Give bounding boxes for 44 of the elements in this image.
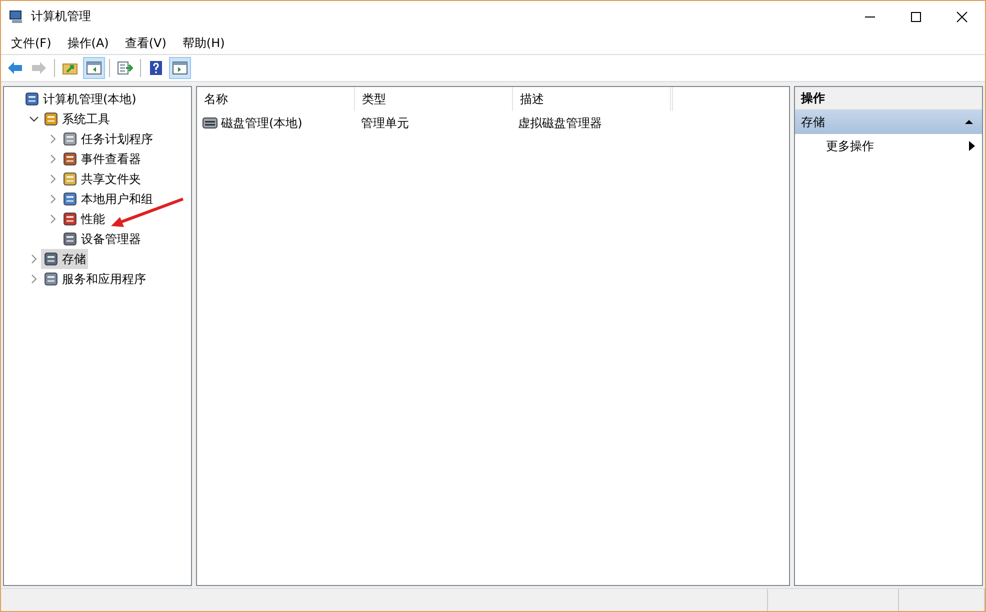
tree-item[interactable]: 事件查看器: [60, 149, 143, 169]
chevron-right-icon[interactable]: [48, 154, 58, 164]
chevron-right-icon[interactable]: [48, 194, 58, 204]
chevron-right-icon[interactable]: [48, 174, 58, 184]
chevron-right-icon[interactable]: [29, 274, 39, 284]
help-icon: [148, 60, 164, 76]
menu-item[interactable]: 查看(V): [118, 34, 172, 52]
action-section-header[interactable]: 存储: [795, 110, 982, 134]
tree-item[interactable]: 性能: [60, 209, 107, 229]
tree-item[interactable]: 服务和应用程序: [41, 269, 148, 289]
tree-item[interactable]: 存储: [41, 249, 88, 269]
column-header[interactable]: 描述: [513, 87, 671, 111]
section-title: 存储: [801, 114, 825, 130]
chevron-down-icon[interactable]: [29, 114, 39, 124]
column-header[interactable]: 名称: [197, 87, 355, 111]
tree-pane-icon: [86, 60, 102, 76]
forward-arrow-icon: [31, 60, 47, 76]
table-cell[interactable]: 磁盘管理(本地): [221, 114, 302, 132]
tree-item[interactable]: 计算机管理(本地): [22, 89, 138, 109]
action-item[interactable]: 更多操作: [795, 134, 982, 158]
tree-item[interactable]: 本地用户和组: [60, 189, 155, 209]
actions-button[interactable]: [169, 57, 191, 79]
chevron-right-icon[interactable]: [29, 254, 39, 264]
menu-item[interactable]: 帮助(H): [176, 34, 231, 52]
table-cell-text: 虚拟磁盘管理器: [517, 114, 603, 132]
tree-item[interactable]: 系统工具: [41, 109, 112, 129]
export-list-icon: [117, 60, 133, 76]
window-title: 计算机管理: [31, 8, 91, 25]
close-icon: [956, 10, 968, 22]
collapse-triangle-icon[interactable]: [964, 117, 974, 127]
tree-item[interactable]: 任务计划程序: [60, 129, 155, 149]
maximize-icon: [910, 10, 922, 22]
action-pane-icon: [172, 60, 188, 76]
tree-item[interactable]: 设备管理器: [60, 229, 143, 249]
column-header[interactable]: 类型: [355, 87, 513, 111]
tree-item[interactable]: 共享文件夹: [60, 169, 143, 189]
back-arrow-icon: [7, 60, 23, 76]
menu-item[interactable]: 操作(A): [61, 34, 115, 52]
chevron-right-icon[interactable]: [48, 214, 58, 224]
tree-button[interactable]: [83, 57, 105, 79]
table-cell-text: 管理单元: [360, 114, 410, 132]
actions-title: 操作: [795, 87, 982, 110]
chevron-right-icon[interactable]: [48, 134, 58, 144]
menu-item[interactable]: 文件(F): [5, 34, 58, 52]
